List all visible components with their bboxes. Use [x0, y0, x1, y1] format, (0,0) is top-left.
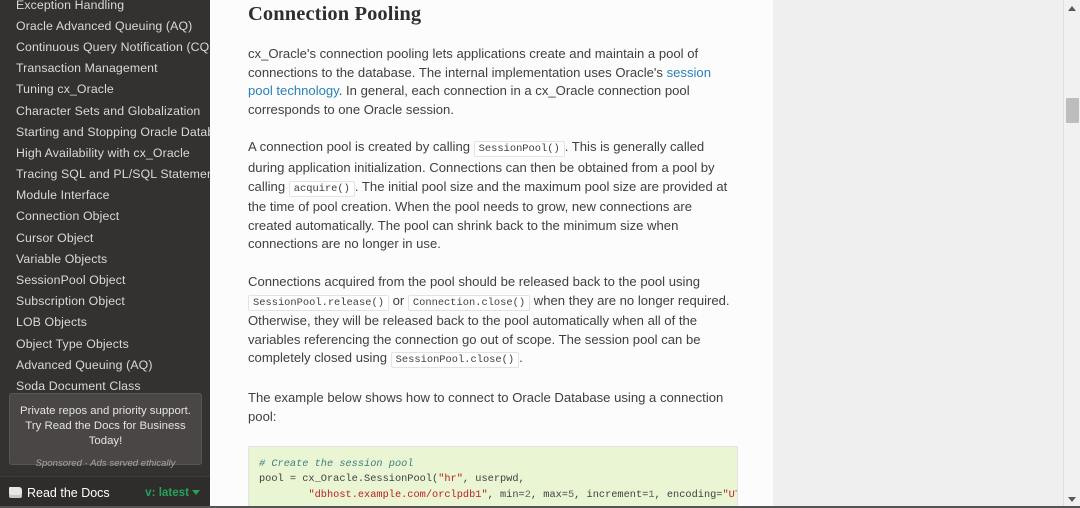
inline-code-connection-close: Connection.close()	[407, 294, 531, 311]
paragraph-example-intro: The example below shows how to connect t…	[248, 389, 724, 424]
sidebar-item-oracle-advanced-queuing-aq[interactable]: Oracle Advanced Queuing (AQ)	[0, 15, 210, 36]
browser-scrollbar[interactable]	[1063, 0, 1080, 508]
sidebar-item-label: Character Sets and Globalization	[16, 103, 201, 118]
document-page: Connection Pooling cx_Oracle's connectio…	[210, 0, 773, 508]
sidebar-item-label: LOB Objects	[16, 315, 88, 330]
documentation-sidebar: Exception Handling Oracle Advanced Queuin…	[0, 0, 210, 508]
paragraph-release-part2: or	[388, 292, 408, 308]
sidebar-item-lob-objects[interactable]: LOB Objects	[0, 312, 210, 333]
sidebar-item-label: Continuous Query Notification (CQN)	[16, 39, 210, 54]
sidebar-item-label: Object Type Objects	[16, 336, 129, 351]
sidebar-item-tuning-cx-oracle[interactable]: Tuning cx_Oracle	[0, 79, 210, 100]
version-selector[interactable]: v: latest	[145, 486, 200, 499]
sidebar-item-label: Module Interface	[16, 188, 110, 203]
page-title: Connection Pooling	[248, 3, 422, 25]
sidebar-item-variable-objects[interactable]: Variable Objects	[0, 248, 210, 269]
read-the-docs-brand-label: Read the Docs	[27, 485, 110, 500]
scrollbar-thumb[interactable]	[1066, 98, 1079, 123]
code-block-python: # Create the session pool pool = cx_Orac…	[248, 446, 738, 508]
sidebar-item-label: Subscription Object	[16, 294, 125, 309]
code-block-content: # Create the session pool pool = cx_Orac…	[259, 458, 737, 501]
sidebar-item-label: Tuning cx_Oracle	[16, 82, 114, 97]
sidebar-item-module-interface[interactable]: Module Interface	[0, 185, 210, 206]
inline-code-acquire: acquire()	[288, 180, 355, 197]
sidebar-item-label: High Availability with cx_Oracle	[16, 145, 190, 160]
inline-code-sessionpool-close: SessionPool.close()	[390, 352, 520, 369]
ad-sponsored-note: Sponsored · Ads served ethically	[35, 458, 176, 469]
ad-headline-line2: Try Read the Docs for Business Today!	[25, 420, 186, 447]
sidebar-item-label: Cursor Object	[16, 230, 94, 245]
sidebar-item-tracing-sql-and-pl-sql-statements[interactable]: Tracing SQL and PL/SQL Statements	[0, 164, 210, 185]
sidebar-item-transaction-management[interactable]: Transaction Management	[0, 58, 210, 79]
sidebar-item-character-sets-and-globalization[interactable]: Character Sets and Globalization	[0, 100, 210, 121]
sidebar-item-label: Connection Object	[16, 209, 120, 224]
document-body: Connection Pooling cx_Oracle's connectio…	[210, 0, 773, 508]
browser-page: Exception Handling Oracle Advanced Queuin…	[0, 0, 1080, 508]
paragraph-creation: A connection pool is created by calling …	[248, 138, 737, 254]
sidebar-item-subscription-object[interactable]: Subscription Object	[0, 291, 210, 312]
paragraph-intro: cx_Oracle's connection pooling lets appl…	[248, 45, 737, 119]
sidebar-item-advanced-queuing-aq[interactable]: Advanced Queuing (AQ)	[0, 354, 210, 375]
inline-code-sessionpool-release: SessionPool.release()	[248, 294, 389, 311]
sidebar-item-high-availability-with-cx-oracle[interactable]: High Availability with cx_Oracle	[0, 142, 210, 163]
chevron-down-icon	[192, 490, 200, 496]
sidebar-footer: Read the Docs v: latest	[0, 476, 210, 508]
sidebar-item-label: Variable Objects	[16, 251, 108, 266]
paragraph-intro-part1: cx_Oracle's connection pooling lets appl…	[248, 46, 699, 80]
paragraph-creation-part1: A connection pool is created by calling	[248, 139, 474, 155]
sidebar-item-label: Transaction Management	[16, 61, 158, 76]
sidebar-item-label: Exception Handling	[16, 0, 125, 12]
sidebar-nav-list: Exception Handling Oracle Advanced Queuin…	[0, 0, 210, 397]
sidebar-item-label: SessionPool Object	[16, 273, 126, 288]
inline-code-sessionpool: SessionPool()	[473, 141, 565, 158]
sidebar-item-connection-object[interactable]: Connection Object	[0, 206, 210, 227]
sidebar-item-continuous-query-notification-cqn[interactable]: Continuous Query Notification (CQN)	[0, 36, 210, 57]
content-area: Connection Pooling cx_Oracle's connectio…	[210, 0, 1080, 508]
version-selector-label: v: latest	[145, 486, 189, 499]
sidebar-item-label: Tracing SQL and PL/SQL Statements	[16, 167, 210, 182]
sidebar-item-exception-handling[interactable]: Exception Handling	[0, 0, 210, 15]
ad-headline-line1: Private repos and priority support.	[20, 405, 191, 417]
paragraph-release-part1: Connections acquired from the pool shoul…	[248, 273, 701, 289]
sidebar-item-label: Advanced Queuing (AQ)	[16, 357, 153, 372]
paragraph-release-part4: .	[519, 350, 523, 366]
sidebar-item-starting-and-stopping-oracle-database[interactable]: Starting and Stopping Oracle Database	[0, 121, 210, 142]
sidebar-item-label: Oracle Advanced Queuing (AQ)	[16, 18, 193, 33]
sidebar-item-label: Soda Document Class	[16, 378, 141, 393]
sidebar-item-cursor-object[interactable]: Cursor Object	[0, 227, 210, 248]
sidebar-item-label: Starting and Stopping Oracle Database	[16, 124, 210, 139]
read-the-docs-brand-link[interactable]: Read the Docs	[9, 486, 110, 500]
sidebar-item-sessionpool-object[interactable]: SessionPool Object	[0, 269, 210, 290]
sidebar-item-object-type-objects[interactable]: Object Type Objects	[0, 333, 210, 354]
paragraph-release: Connections acquired from the pool shoul…	[248, 273, 737, 370]
book-icon	[9, 487, 22, 498]
triangle-up-icon[interactable]	[1064, 0, 1080, 17]
sponsored-ad-box[interactable]: Private repos and priority support. Try …	[9, 393, 202, 469]
